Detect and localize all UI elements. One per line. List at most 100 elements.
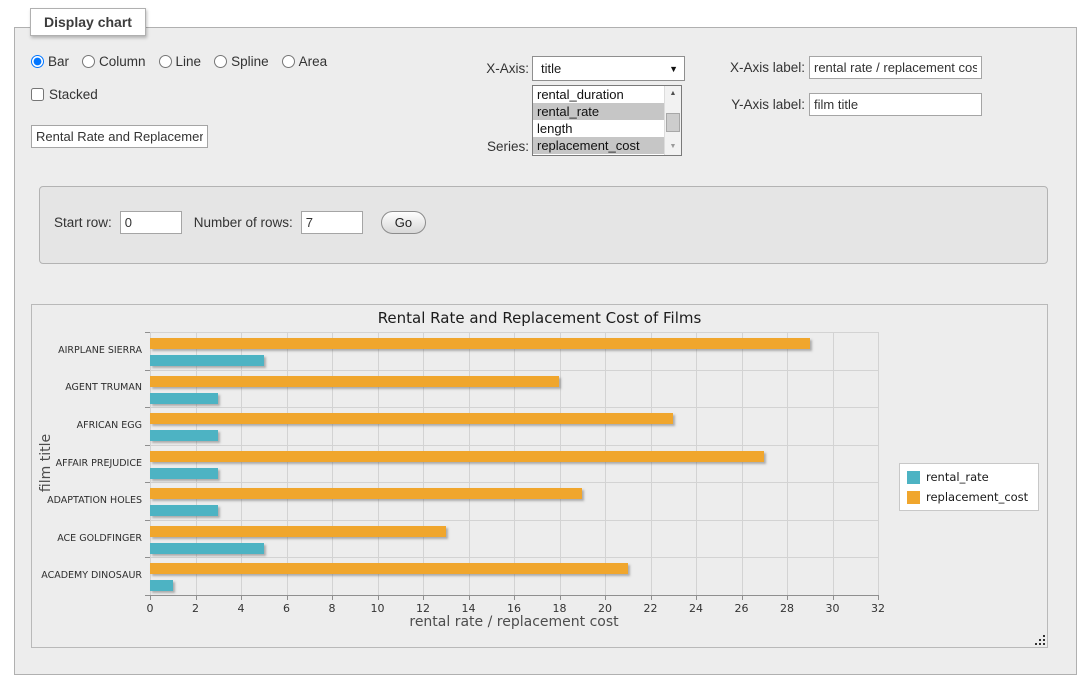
radio-line[interactable] [159,55,172,68]
chart-x-axis-title: rental rate / replacement cost [150,614,878,630]
y-tick-mark [145,595,150,596]
legend-item-replacement-cost: replacement_cost [907,490,1028,504]
gridline [423,332,424,595]
x-tick-mark [560,596,561,600]
x-tick-mark [742,596,743,600]
bar-rental-rate [150,505,218,516]
gridline [287,332,288,595]
gridline [651,332,652,595]
x-axis-selected-value: title [541,61,561,76]
y-axis-label-input[interactable] [809,93,982,116]
x-tick-mark [469,596,470,600]
bar-replacement-cost [150,488,582,499]
x-tick-label: 16 [499,602,529,615]
go-button[interactable]: Go [381,211,426,234]
x-tick-mark [423,596,424,600]
gridline [150,520,878,521]
series-option-replacement-cost[interactable]: replacement_cost [533,137,664,154]
chart-legend: rental_rate replacement_cost [899,463,1039,511]
display-chart-panel: Display chart BarColumnLineSplineArea St… [14,27,1077,675]
start-row-input[interactable] [120,211,182,234]
gridline [150,557,878,558]
y-tick-mark [145,520,150,521]
x-tick-label: 20 [590,602,620,615]
category-label: AGENT TRUMAN [32,382,142,393]
gridline [833,332,834,595]
series-multiselect[interactable]: rental_durationrental_ratelengthreplacem… [532,85,682,156]
gridline [150,445,878,446]
stacked-checkbox[interactable] [31,88,44,101]
x-tick-label: 24 [681,602,711,615]
series-scrollbar[interactable]: ▲ ▼ [664,86,681,155]
gridline [150,482,878,483]
category-label: ACE GOLDFINGER [32,533,142,544]
x-tick-mark [287,596,288,600]
radio-spline[interactable] [214,55,227,68]
chart-type-radio-line[interactable]: Line [159,54,202,69]
gridline [196,332,197,595]
x-tick-label: 2 [181,602,211,615]
gridline [514,332,515,595]
x-tick-mark [651,596,652,600]
chart-type-radio-group: Bar Column Line Spline Area [31,54,327,69]
bar-rental-rate [150,430,218,441]
category-label: AIRPLANE SIERRA [32,345,142,356]
x-tick-mark [787,596,788,600]
gridline [241,332,242,595]
x-axis-label-input[interactable] [809,56,982,79]
bar-replacement-cost [150,563,628,574]
stacked-label: Stacked [49,87,98,102]
chart-type-radio-spline[interactable]: Spline [214,54,269,69]
chart-type-radio-area[interactable]: Area [282,54,328,69]
chart-type-radio-bar[interactable]: Bar [31,54,69,69]
series-option-rental-rate[interactable]: rental_rate [533,103,664,120]
gridline [332,332,333,595]
bar-replacement-cost [150,338,810,349]
legend-label: rental_rate [926,470,989,484]
number-of-rows-input[interactable] [301,211,363,234]
chart-plot-area [150,332,878,595]
radio-label: Line [176,54,202,69]
category-label: ADAPTATION HOLES [32,495,142,506]
series-option-length[interactable]: length [533,120,664,137]
scroll-down-icon[interactable]: ▼ [665,140,681,154]
gridline [150,332,151,595]
series-option-rental-duration[interactable]: rental_duration [533,86,664,103]
x-tick-label: 0 [135,602,165,615]
x-axis-label-field-label: X-Axis label: [711,60,805,75]
stacked-checkbox-row[interactable]: Stacked [31,87,98,102]
scroll-up-icon[interactable]: ▲ [665,87,681,101]
y-axis-label-field-label: Y-Axis label: [711,97,805,112]
y-tick-mark [145,332,150,333]
chart-title: Rental Rate and Replacement Cost of Film… [32,309,1047,327]
legend-swatch [907,471,920,484]
x-tick-mark [878,596,879,600]
x-tick-mark [150,596,151,600]
chart-type-radio-column[interactable]: Column [82,54,146,69]
radio-label: Spline [231,54,269,69]
resize-grip-icon[interactable] [1034,634,1046,646]
bar-rental-rate [150,468,218,479]
radio-column[interactable] [82,55,95,68]
category-label: AFFAIR PREJUDICE [32,458,142,469]
x-tick-label: 26 [727,602,757,615]
scrollbar-thumb[interactable] [666,113,680,132]
bar-replacement-cost [150,413,673,424]
page: { "panel": { "legend": "Display chart" }… [0,0,1081,681]
x-tick-mark [241,596,242,600]
chart-title-input[interactable] [31,125,208,148]
radio-area[interactable] [282,55,295,68]
x-tick-label: 12 [408,602,438,615]
gridline [605,332,606,595]
category-label: AFRICAN EGG [32,420,142,431]
y-tick-mark [145,482,150,483]
radio-bar[interactable] [31,55,44,68]
y-tick-mark [145,370,150,371]
x-tick-label: 18 [545,602,575,615]
chart-container: Rental Rate and Replacement Cost of Film… [31,304,1048,648]
bar-rental-rate [150,393,218,404]
x-axis-select-label: X-Axis: [445,61,529,76]
legend-item-rental-rate: rental_rate [907,470,1028,484]
panel-legend: Display chart [30,8,146,36]
x-axis-select[interactable]: title ▼ [532,56,685,81]
